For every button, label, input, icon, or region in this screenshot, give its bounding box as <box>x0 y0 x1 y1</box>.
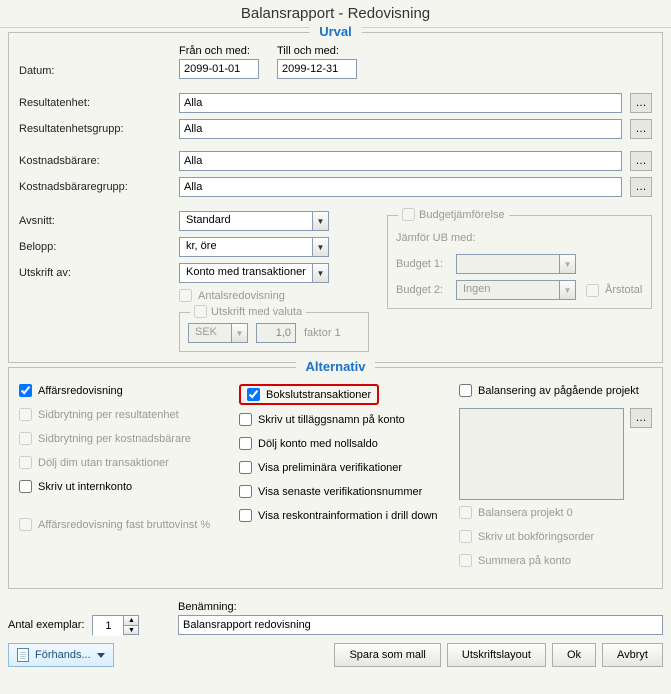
bokslutstransaktioner-checkbox[interactable]: Bokslutstransaktioner <box>247 388 371 401</box>
belopp-select[interactable]: kr, öre ▼ <box>179 237 329 257</box>
kostnadsbararegrupp-browse-button[interactable]: … <box>630 177 652 197</box>
dolj-dim-checkbox: Dölj dim utan transaktioner <box>19 456 169 469</box>
alternativ-panel: Alternativ Affärsredovisning Sidbrytning… <box>8 367 663 589</box>
valuta-select: SEK ▼ <box>188 323 248 343</box>
skriv-ut-internkonto-checkbox[interactable]: Skriv ut internkonto <box>19 480 132 493</box>
projekt-listbox <box>459 408 624 500</box>
avsnitt-label: Avsnitt: <box>19 215 179 227</box>
resultatenhet-browse-button[interactable]: … <box>630 93 652 113</box>
chevron-down-icon: ▼ <box>559 255 575 273</box>
forhands-button[interactable]: Förhands... <box>8 643 114 667</box>
kostnadsbararegrupp-input[interactable] <box>179 177 622 197</box>
alternativ-title: Alternativ <box>296 359 376 374</box>
benamning-label: Benämning: <box>178 601 663 613</box>
budgetjamforelse-label: Budgetjämförelse <box>419 209 505 221</box>
kostnadsbarare-browse-button[interactable]: … <box>630 151 652 171</box>
skriv-ut-bokforingsorder-checkbox: Skriv ut bokföringsorder <box>459 530 594 543</box>
kostnadsbararegrupp-label: Kostnadsbäraregrupp: <box>19 181 179 193</box>
sidbrytning-kostnadsbarare-checkbox: Sidbrytning per kostnadsbärare <box>19 432 191 445</box>
bokslutstransaktioner-highlight: Bokslutstransaktioner <box>239 384 379 405</box>
faktor-input <box>256 323 296 343</box>
balansering-pagaende-checkbox[interactable]: Balansering av pågående projekt <box>459 384 639 397</box>
summera-pa-konto-checkbox: Summera på konto <box>459 554 571 567</box>
chevron-down-icon: ▼ <box>312 238 328 256</box>
chevron-down-icon: ▼ <box>559 281 575 299</box>
visa-reskontra-checkbox[interactable]: Visa reskontrainformation i drill down <box>239 509 438 522</box>
resultatenhetsgrupp-label: Resultatenhetsgrupp: <box>19 123 179 135</box>
kostnadsbarare-input[interactable] <box>179 151 622 171</box>
budget1-select: ▼ <box>456 254 576 274</box>
resultatenhet-input[interactable] <box>179 93 622 113</box>
antal-exemplar-label: Antal exemplar: <box>8 619 84 631</box>
spara-som-mall-button[interactable]: Spara som mall <box>334 643 440 667</box>
projekt-browse-button[interactable]: … <box>630 408 652 428</box>
visa-preliminara-checkbox[interactable]: Visa preliminära verifikationer <box>239 461 402 474</box>
datum-label: Datum: <box>19 65 179 79</box>
fran-label: Från och med: <box>179 45 259 57</box>
budget2-label: Budget 2: <box>396 284 456 296</box>
avsnitt-select[interactable]: Standard ▼ <box>179 211 329 231</box>
ok-button[interactable]: Ok <box>552 643 596 667</box>
jamfor-ub-label: Jämför UB med: <box>396 232 643 244</box>
budgetjamforelse-checkbox <box>402 208 415 221</box>
antalsredovisning-checkbox: Antalsredovisning <box>179 289 285 302</box>
resultatenhetsgrupp-input[interactable] <box>179 119 622 139</box>
benamning-input[interactable] <box>178 615 663 635</box>
antal-exemplar-stepper[interactable]: ▲ ▼ <box>92 615 139 635</box>
arstotal-checkbox: Årstotal <box>586 284 642 297</box>
budget1-label: Budget 1: <box>396 258 456 270</box>
balansera-projekt0-checkbox: Balansera projekt 0 <box>459 506 573 519</box>
chevron-down-icon <box>97 653 105 658</box>
till-label: Till och med: <box>277 45 357 57</box>
chevron-up-icon[interactable]: ▲ <box>124 616 138 625</box>
skriv-ut-tillaggsnamn-checkbox[interactable]: Skriv ut tilläggsnamn på konto <box>239 413 405 426</box>
chevron-down-icon[interactable]: ▼ <box>124 625 138 634</box>
utskrift-av-select[interactable]: Konto med transaktioner ▼ <box>179 263 329 283</box>
chevron-down-icon: ▼ <box>231 324 247 342</box>
resultatenhetsgrupp-browse-button[interactable]: … <box>630 119 652 139</box>
affarsredovisning-fast-checkbox: Affärsredovisning fast bruttovinst % <box>19 518 210 531</box>
avbryt-button[interactable]: Avbryt <box>602 643 663 667</box>
budget2-select: Ingen ▼ <box>456 280 576 300</box>
utskriftslayout-button[interactable]: Utskriftslayout <box>447 643 546 667</box>
till-date-input[interactable] <box>277 59 357 79</box>
document-icon <box>17 648 29 662</box>
belopp-label: Belopp: <box>19 241 179 253</box>
sidbrytning-resultatenhet-checkbox: Sidbrytning per resultatenhet <box>19 408 179 421</box>
utskrift-valuta-checkbox <box>194 305 207 318</box>
dialog-window: Balansrapport - Redovisning Urval Datum:… <box>0 0 671 694</box>
urval-panel: Urval Datum: Från och med: Till och med:… <box>8 32 663 363</box>
kostnadsbarare-label: Kostnadsbärare: <box>19 155 179 167</box>
fran-date-input[interactable] <box>179 59 259 79</box>
utskrift-av-label: Utskrift av: <box>19 267 179 279</box>
resultatenhet-label: Resultatenhet: <box>19 97 179 109</box>
chevron-down-icon: ▼ <box>312 212 328 230</box>
urval-title: Urval <box>309 24 362 39</box>
faktor-label: faktor 1 <box>304 327 341 339</box>
chevron-down-icon: ▼ <box>312 264 328 282</box>
dolj-nollsaldo-checkbox[interactable]: Dölj konto med nollsaldo <box>239 437 378 450</box>
visa-senaste-verifnr-checkbox[interactable]: Visa senaste verifikationsnummer <box>239 485 422 498</box>
utskrift-valuta-label: Utskrift med valuta <box>211 306 302 318</box>
affarsredovisning-checkbox[interactable]: Affärsredovisning <box>19 384 123 397</box>
